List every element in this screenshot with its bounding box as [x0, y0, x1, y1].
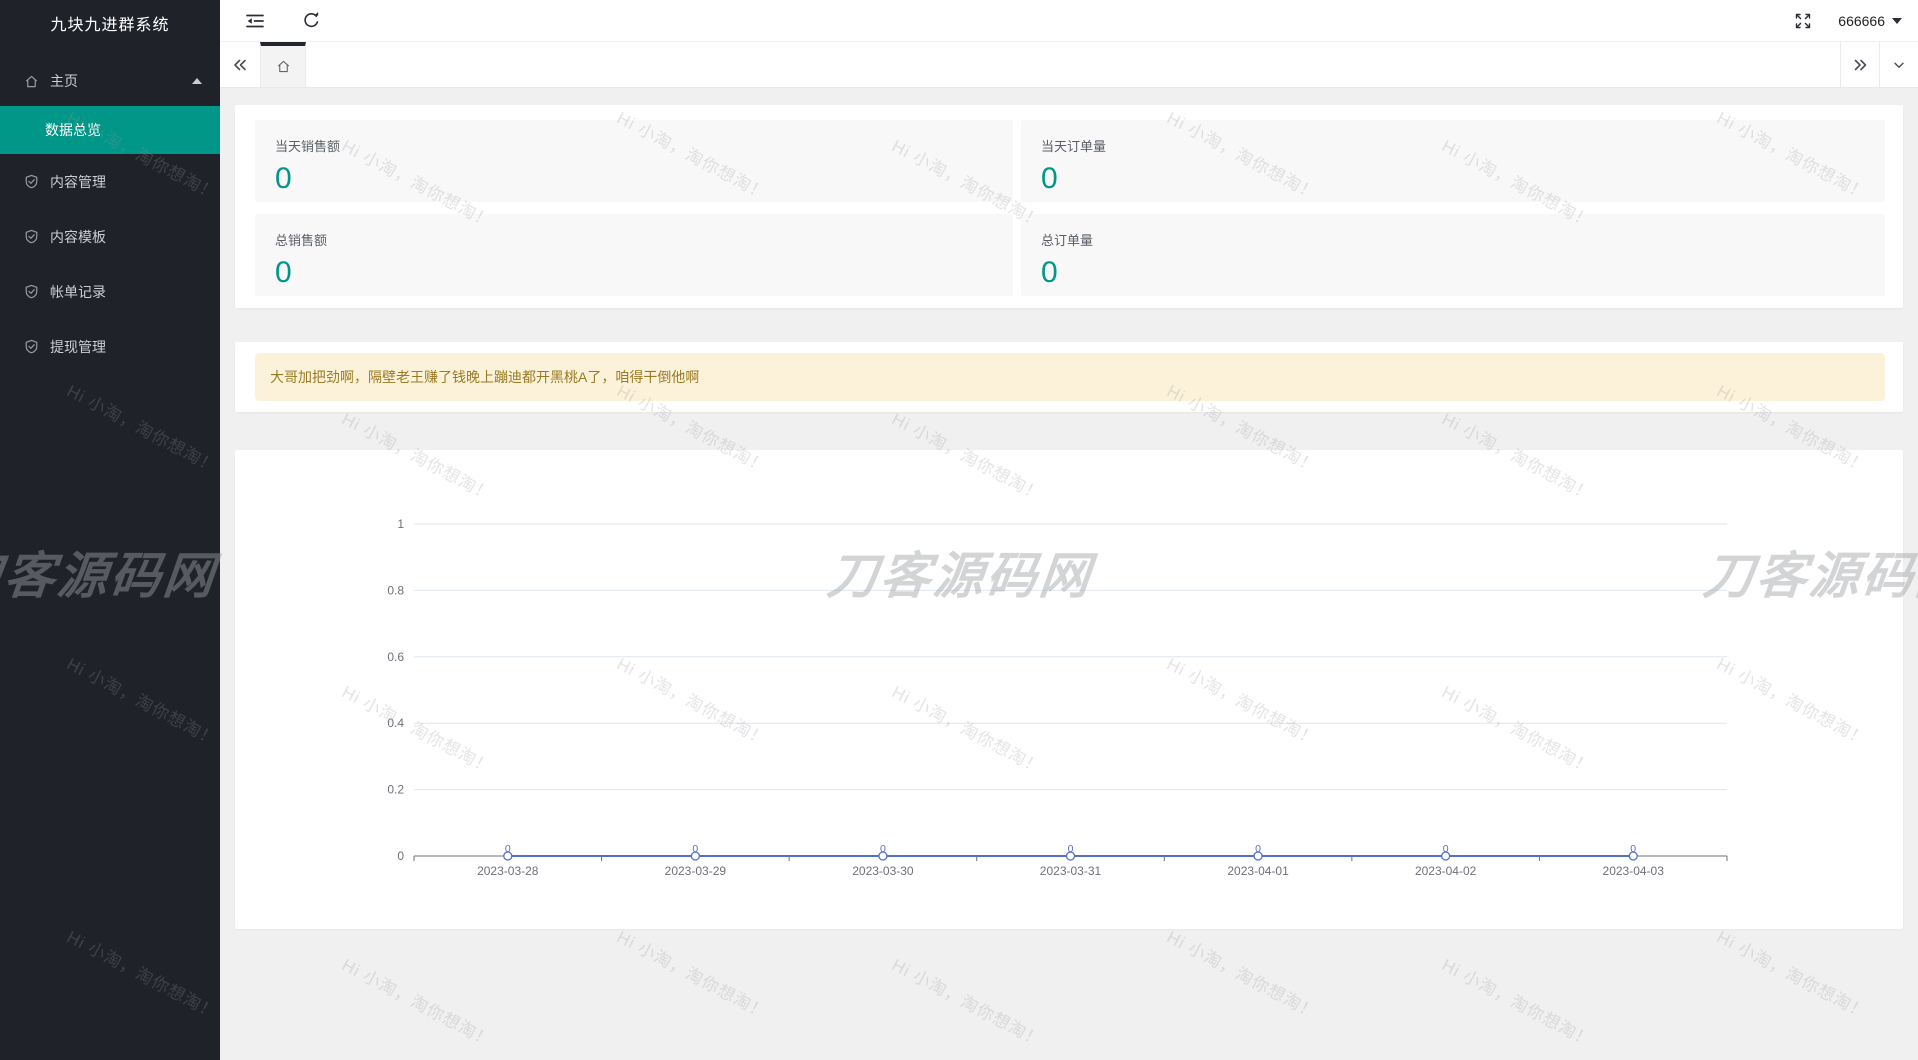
sidebar-item-label: 帐单记录 [50, 282, 106, 302]
tabs-scroll-right-button[interactable] [1840, 42, 1879, 87]
topbar-right: 666666 [1782, 0, 1918, 41]
orders-line-chart: 0 0.2 0.4 0.6 0.8 1 2023-03-28 2023-03-29 2023-0… [235, 450, 1903, 929]
sidebar: 九块九进群系统 主页 数据总览 [0, 0, 220, 1060]
sidebar-item-withdraw-manage[interactable]: 提现管理 [0, 319, 220, 374]
sidebar-item-bill-records[interactable]: 帐单记录 [0, 264, 220, 319]
svg-text:2023-03-29: 2023-03-29 [665, 864, 727, 878]
main-content: 当天销售额 0 当天订单量 0 总销售额 0 总订单量 0 大哥加把劲啊，隔壁老… [220, 88, 1918, 1060]
svg-text:1: 1 [397, 517, 404, 531]
notice-panel: 大哥加把劲啊，隔壁老王赚了钱晚上蹦迪都开黑桃A了，咱得干倒他啊 [235, 342, 1903, 412]
user-menu[interactable]: 666666 [1832, 0, 1908, 41]
stat-value: 0 [1041, 258, 1885, 288]
refresh-icon [302, 11, 321, 30]
stat-card-today-sales: 当天销售额 0 [255, 120, 1013, 202]
stat-label: 总销售额 [275, 230, 1013, 249]
stat-label: 当天订单量 [1041, 136, 1885, 155]
caret-up-icon [192, 78, 202, 84]
stat-value: 0 [1041, 164, 1885, 194]
home-icon [23, 73, 40, 90]
svg-text:0.8: 0.8 [387, 583, 404, 597]
tab-actions-dropdown-button[interactable] [1879, 42, 1918, 87]
sidebar-item-content-manage[interactable]: 内容管理 [0, 154, 220, 209]
stat-value: 0 [275, 164, 1013, 194]
svg-text:2023-04-02: 2023-04-02 [1415, 864, 1477, 878]
fullscreen-button[interactable] [1782, 0, 1824, 41]
svg-text:2023-03-31: 2023-03-31 [1040, 864, 1102, 878]
username: 666666 [1838, 13, 1885, 29]
sidebar-item-label: 内容管理 [50, 172, 106, 192]
chevron-down-icon [1891, 57, 1907, 73]
sidebar-item-overview[interactable]: 数据总览 [0, 106, 220, 154]
shield-check-icon [23, 173, 40, 190]
sidebar-item-home[interactable]: 主页 [0, 56, 220, 106]
stats-panel: 当天销售额 0 当天订单量 0 总销售额 0 总订单量 0 [235, 105, 1903, 308]
stat-label: 总订单量 [1041, 230, 1885, 249]
chart-panel: 0 0.2 0.4 0.6 0.8 1 2023-03-28 2023-03-29 2023-0… [235, 450, 1903, 929]
stat-card-total-sales: 总销售额 0 [255, 214, 1013, 296]
shield-check-icon [23, 228, 40, 245]
home-icon [275, 58, 292, 75]
notice-banner: 大哥加把劲啊，隔壁老王赚了钱晚上蹦迪都开黑桃A了，咱得干倒他啊 [255, 353, 1885, 401]
fullscreen-icon [1794, 12, 1812, 30]
svg-text:0: 0 [505, 843, 511, 855]
tab-home[interactable] [260, 42, 306, 87]
double-chevron-right-icon [1851, 56, 1869, 74]
sidebar-item-content-template[interactable]: 内容模板 [0, 209, 220, 264]
svg-text:2023-03-28: 2023-03-28 [477, 864, 539, 878]
tabs-scroll-left-button[interactable] [220, 42, 260, 87]
stat-card-today-orders: 当天订单量 0 [1021, 120, 1885, 202]
tabbar-spacer [306, 42, 1840, 87]
app-title: 九块九进群系统 [0, 0, 220, 52]
tab-bar [220, 42, 1918, 88]
sidebar-menu: 主页 数据总览 内容管理 [0, 52, 220, 374]
svg-text:0: 0 [880, 843, 886, 855]
double-chevron-left-icon [231, 56, 249, 74]
shield-check-icon [23, 283, 40, 300]
svg-text:2023-04-03: 2023-04-03 [1603, 864, 1665, 878]
sidebar-item-label: 主页 [50, 71, 78, 91]
collapse-sidebar-button[interactable] [234, 0, 276, 41]
sidebar-item-label: 提现管理 [50, 337, 106, 357]
topbar: 666666 [220, 0, 1918, 42]
svg-text:2023-03-30: 2023-03-30 [852, 864, 914, 878]
svg-text:0: 0 [1255, 843, 1261, 855]
stat-card-total-orders: 总订单量 0 [1021, 214, 1885, 296]
svg-text:0.2: 0.2 [387, 783, 404, 797]
stat-value: 0 [275, 258, 1013, 288]
shield-check-icon [23, 338, 40, 355]
svg-text:0: 0 [1443, 843, 1449, 855]
svg-text:0: 0 [397, 849, 404, 863]
svg-text:0.4: 0.4 [387, 716, 404, 730]
sidebar-item-label: 内容模板 [50, 227, 106, 247]
sidebar-item-label: 数据总览 [45, 120, 101, 140]
svg-text:2023-04-01: 2023-04-01 [1227, 864, 1289, 878]
app-root: 九块九进群系统 主页 数据总览 [0, 0, 1918, 1060]
refresh-button[interactable] [290, 0, 332, 41]
svg-text:0: 0 [1630, 843, 1636, 855]
svg-text:0.6: 0.6 [387, 650, 404, 664]
topbar-left [220, 0, 332, 41]
svg-text:0: 0 [1068, 843, 1074, 855]
svg-text:0: 0 [692, 843, 698, 855]
stat-label: 当天销售额 [275, 136, 1013, 155]
menu-fold-icon [245, 13, 265, 29]
caret-down-icon [1892, 18, 1902, 24]
